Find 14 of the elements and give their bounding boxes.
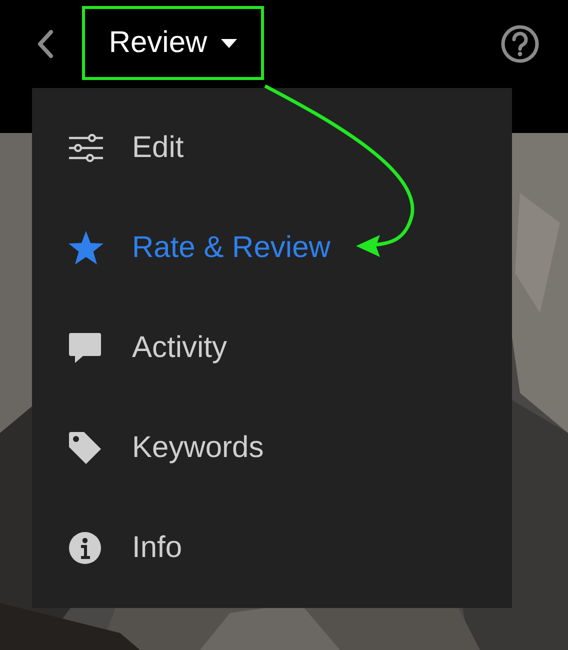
menu-item[interactable]: Keywords (32, 398, 512, 498)
menu-item[interactable]: Rate & Review (32, 198, 512, 298)
sliders-icon (68, 133, 104, 163)
menu-item[interactable]: Activity (32, 298, 512, 398)
speech-bubble-icon (68, 332, 102, 364)
caret-icon (221, 38, 238, 48)
star-icon (68, 231, 104, 265)
tag-icon (68, 431, 102, 465)
help-icon[interactable] (500, 24, 540, 64)
menu-item[interactable]: Edit (32, 98, 512, 198)
view-dropdown[interactable]: Review (108, 26, 238, 60)
back-icon[interactable] (36, 29, 54, 59)
menu-item[interactable]: Info (32, 498, 512, 598)
info-icon (68, 531, 102, 565)
